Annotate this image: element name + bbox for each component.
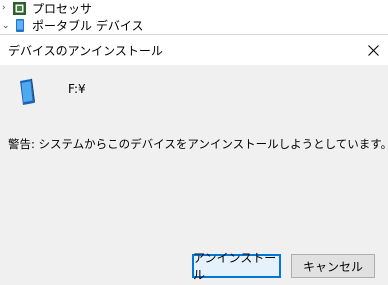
tree-item-portable-devices[interactable]: ⌄ ポータブル デバイス	[0, 17, 388, 34]
chevron-down-icon[interactable]: ⌄	[2, 21, 10, 31]
chevron-right-icon[interactable]: ›	[2, 3, 10, 13]
warning-message: 警告: システムからこのデバイスをアンインストールしようとしています。	[8, 137, 388, 151]
device-tree: › プロセッサ ⌄ ポータブル デバイス	[0, 0, 388, 34]
close-icon	[367, 44, 379, 56]
tree-item-label: プロセッサ	[32, 2, 93, 16]
device-name: F:¥	[68, 82, 86, 96]
tree-item-label: ポータブル デバイス	[32, 19, 144, 33]
cancel-button[interactable]: キャンセル	[291, 254, 375, 278]
dialog-title: デバイスのアンインストール	[8, 44, 163, 58]
uninstall-button[interactable]: アンインストール	[192, 251, 281, 282]
portable-device-icon	[18, 78, 36, 110]
close-button[interactable]	[358, 35, 388, 65]
tree-item-processor[interactable]: › プロセッサ	[0, 0, 388, 17]
uninstall-device-dialog: デバイスのアンインストール F:¥ 警告: システムからこのデバイスをアンインス…	[0, 34, 388, 285]
dialog-titlebar[interactable]: デバイスのアンインストール	[0, 35, 388, 65]
